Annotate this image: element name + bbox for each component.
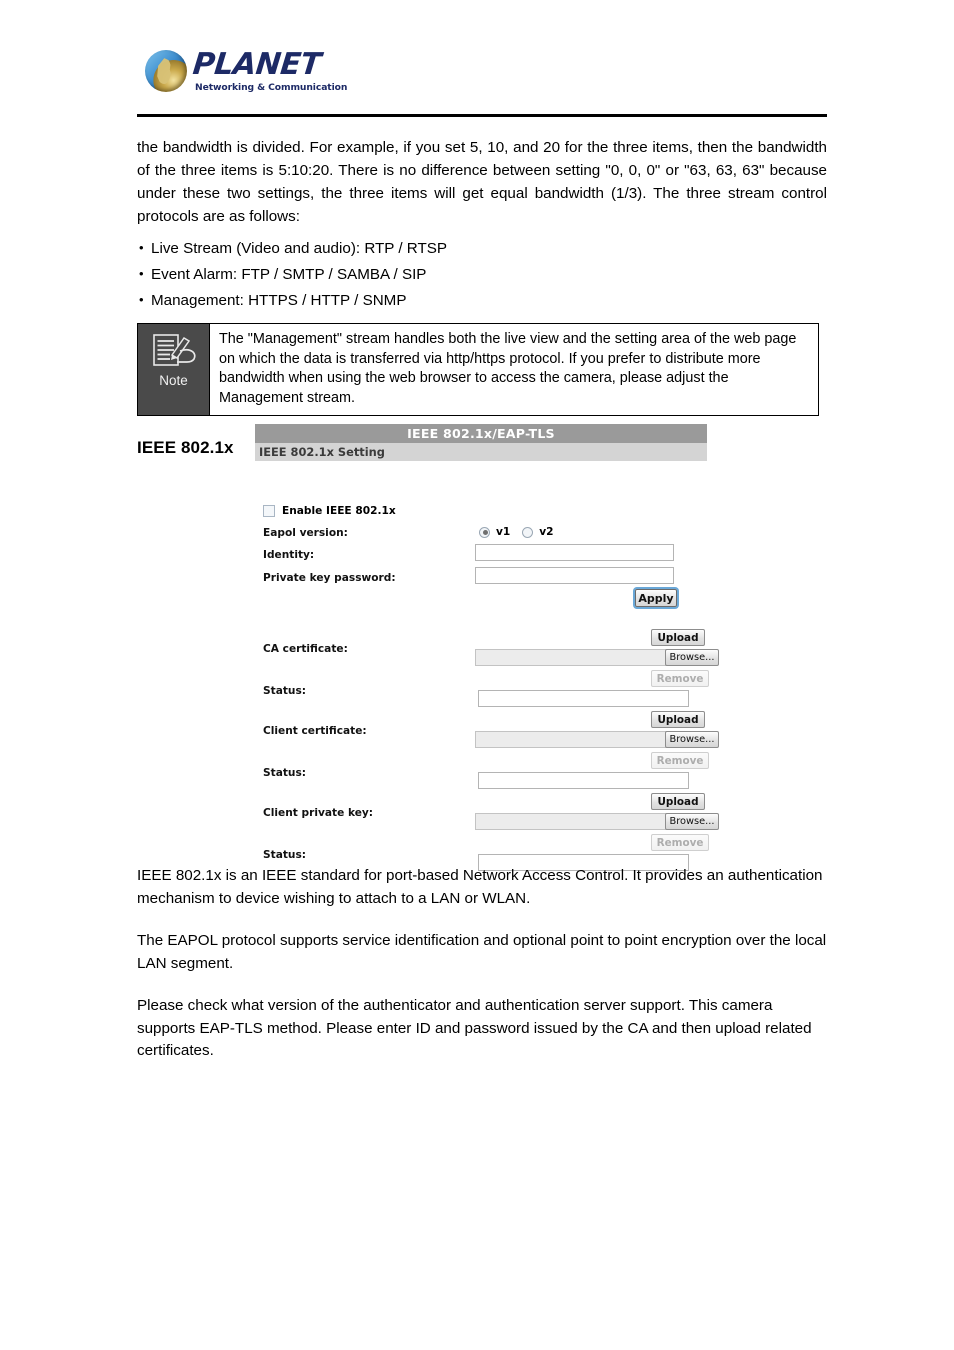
ca-certificate-label: CA certificate: [263,643,348,655]
paragraph: IEEE 802.1x is an IEEE standard for port… [137,867,823,907]
paragraph: Please check what version of the authent… [137,997,812,1059]
client-private-key-browse-button[interactable]: Browse... [665,813,719,830]
client-certificate-upload-button[interactable]: Upload [651,711,705,728]
logo-wordmark: PLANET [191,47,323,82]
ca-certificate-status-label: Status: [263,685,306,697]
eapol-v1-label: v1 [496,526,511,538]
client-private-key-remove-button: Remove [651,834,709,851]
enable-ieee8021x-checkbox[interactable] [263,505,275,517]
client-certificate-file-input[interactable] [475,731,667,748]
closing-paragraphs: IEEE 802.1x is an IEEE standard for port… [137,865,827,1083]
enable-ieee8021x-label: Enable IEEE 802.1x [282,505,396,517]
protocol-bullet-list: Live Stream (Video and audio): RTP / RTS… [137,236,827,313]
page-header: PLANET Networking & Communication [137,44,827,124]
ieee8021x-settings-panel: IEEE 802.1x/EAP-TLS IEEE 802.1x Setting … [255,424,719,871]
ca-certificate-status-input[interactable] [478,690,689,707]
client-certificate-browse-button[interactable]: Browse... [665,731,719,748]
panel-title-bar: IEEE 802.1x/EAP-TLS [255,424,707,443]
eapol-v2-label: v2 [539,526,554,538]
private-key-password-input[interactable] [475,567,674,584]
client-certificate-remove-button: Remove [651,752,709,769]
enable-ieee8021x-row[interactable]: Enable IEEE 802.1x [263,505,396,517]
eapol-v2-radio[interactable] [522,526,534,538]
ca-certificate-remove-button: Remove [651,670,709,687]
client-private-key-label: Client private key: [263,807,374,819]
list-item: Event Alarm: FTP / SMTP / SAMBA / SIP [137,262,827,287]
eapol-version-radio-group[interactable]: v1 v2 [479,526,560,538]
ca-certificate-upload-button[interactable]: Upload [651,629,705,646]
note-pencil-writing-icon [152,334,196,366]
client-certificate-label: Client certificate: [263,725,367,737]
client-certificate-status-input[interactable] [478,772,689,789]
client-private-key-file-input[interactable] [475,813,667,830]
private-key-password-label: Private key password: [263,572,396,584]
panel-subtitle-bar: IEEE 802.1x Setting [255,443,707,461]
ca-certificate-file-input[interactable] [475,649,667,666]
header-divider [137,114,827,117]
identity-label: Identity: [263,549,315,561]
identity-input[interactable] [475,544,674,561]
eapol-v1-radio[interactable] [479,526,490,538]
logo-tagline: Networking & Communication [195,82,348,93]
note-text: The "Management" stream handles both the… [219,331,797,406]
list-item: Live Stream (Video and audio): RTP / RTS… [137,236,827,261]
client-certificate-status-label: Status: [263,767,306,779]
apply-button[interactable]: Apply [635,589,677,607]
client-private-key-upload-button[interactable]: Upload [651,793,705,810]
document-content: the bandwidth is divided. For example, i… [137,136,827,458]
paragraph: The EAPOL protocol supports service iden… [137,932,827,972]
client-private-key-status-label: Status: [263,849,306,861]
note-label: Note [159,373,188,388]
intro-paragraph: the bandwidth is divided. For example, i… [137,139,827,225]
list-item: Management: HTTPS / HTTP / SNMP [137,288,827,313]
ca-certificate-browse-button[interactable]: Browse... [665,649,719,666]
planet-globe-icon [145,50,187,93]
panel-body: Enable IEEE 802.1x Eapol version: v1 v2 … [255,461,719,871]
eapol-version-label: Eapol version: [263,527,348,539]
note-callout-box: Note The "Management" stream handles bot… [137,323,819,416]
note-icon-cell: Note [138,324,210,415]
planet-logo: PLANET Networking & Communication [145,47,348,93]
